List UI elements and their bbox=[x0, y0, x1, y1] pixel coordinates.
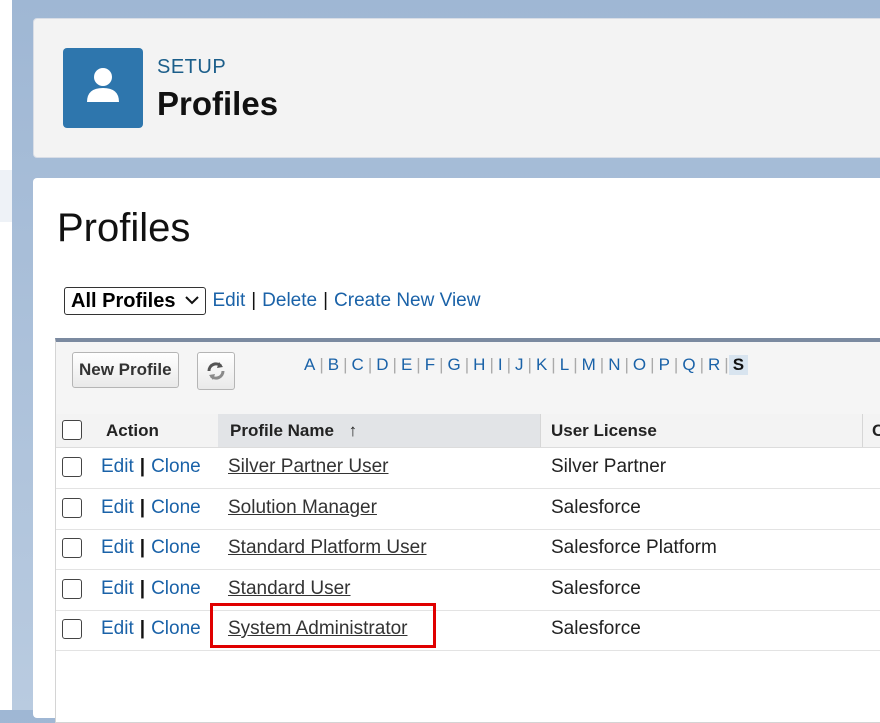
alpha-filter-a[interactable]: A bbox=[300, 355, 319, 375]
alpha-filter-h[interactable]: H bbox=[469, 355, 489, 375]
row-checkbox[interactable] bbox=[62, 619, 82, 639]
new-profile-button[interactable]: New Profile bbox=[72, 352, 179, 388]
row-actions: Edit | Clone bbox=[101, 618, 201, 639]
table-row: Edit | Clone Standard Platform User Salesfor… bbox=[56, 529, 880, 570]
profile-name-link[interactable]: Solution Manager bbox=[228, 497, 377, 518]
alpha-filter-e[interactable]: E bbox=[397, 355, 416, 375]
alpha-filter-q[interactable]: Q bbox=[678, 355, 699, 375]
row-checkbox[interactable] bbox=[62, 457, 82, 477]
setup-label: SETUP bbox=[157, 56, 227, 78]
alpha-filter-b[interactable]: B bbox=[324, 355, 343, 375]
view-bar: All Profiles Edit | Delete | Create New Vi… bbox=[64, 286, 486, 316]
header-title: Profiles bbox=[157, 85, 279, 122]
table-row: Edit | Clone System Administrator Salesforce bbox=[56, 610, 880, 651]
highlight-box bbox=[210, 603, 436, 648]
alpha-filter-l[interactable]: L bbox=[556, 355, 573, 375]
user-license-cell: Salesforce Platform bbox=[551, 537, 717, 558]
alpha-filter-o[interactable]: O bbox=[629, 355, 650, 375]
alpha-filter-g[interactable]: G bbox=[444, 355, 465, 375]
user-license-cell: Silver Partner bbox=[551, 456, 667, 477]
table-row: Edit | Clone Standard User Salesforce bbox=[56, 570, 880, 611]
user-license-cell: Salesforce bbox=[551, 577, 641, 599]
column-divider bbox=[540, 414, 541, 447]
alpha-filter-f[interactable]: F bbox=[421, 355, 439, 375]
profile-name-cell: Silver Partner User bbox=[228, 448, 389, 488]
edit-link[interactable]: Edit bbox=[101, 578, 134, 599]
row-actions: Edit | Clone bbox=[101, 496, 201, 518]
column-action: Action bbox=[106, 421, 159, 440]
view-select-value: All Profiles bbox=[71, 289, 176, 312]
user-license-cell: Salesforce bbox=[551, 496, 641, 518]
column-divider bbox=[862, 414, 863, 447]
alpha-filter-s[interactable]: S bbox=[728, 355, 749, 375]
refresh-button[interactable] bbox=[197, 352, 235, 390]
alpha-filter-d[interactable]: D bbox=[372, 355, 392, 375]
clone-link[interactable]: Clone bbox=[151, 537, 201, 558]
profiles-list: New Profile A | B | C | D | E | F | G | H | I | J | K | L | M | N |… bbox=[55, 338, 880, 723]
profile-name-link[interactable]: Standard Platform User bbox=[228, 537, 427, 558]
row-checkbox[interactable] bbox=[62, 538, 82, 558]
alpha-filter-k[interactable]: K bbox=[532, 355, 551, 375]
row-actions: Edit | Clone bbox=[101, 537, 201, 558]
list-toolbar: New Profile A | B | C | D | E | F | G | H | I | J | K | L | M | N |… bbox=[56, 342, 880, 414]
alpha-filter-p[interactable]: P bbox=[655, 355, 674, 375]
profile-name-link[interactable]: Silver Partner User bbox=[228, 456, 389, 477]
row-checkbox[interactable] bbox=[62, 497, 82, 518]
main-content: Profiles All Profiles Edit | Delete | Crea… bbox=[33, 178, 880, 723]
column-profile-name[interactable]: Profile Name ↑ bbox=[218, 414, 540, 447]
alpha-filter-n[interactable]: N bbox=[604, 355, 624, 375]
alpha-filter-j[interactable]: J bbox=[511, 355, 528, 375]
refresh-icon bbox=[207, 362, 225, 380]
alpha-filter-r[interactable]: R bbox=[704, 355, 724, 375]
delete-view-link[interactable]: Delete bbox=[262, 290, 317, 312]
create-new-view-link[interactable]: Create New View bbox=[334, 290, 480, 312]
left-edge-strip bbox=[0, 0, 12, 710]
select-all-checkbox[interactable] bbox=[62, 420, 82, 440]
sort-ascending-icon: ↑ bbox=[348, 421, 358, 440]
alpha-filter-c[interactable]: C bbox=[348, 355, 368, 375]
edit-link[interactable]: Edit bbox=[101, 456, 134, 477]
row-actions: Edit | Clone bbox=[101, 577, 201, 599]
alphabet-filter: A | B | C | D | E | F | G | H | I | J | K | L | M | N | O | P | Q | R | S bbox=[300, 355, 749, 375]
chevron-down-icon bbox=[185, 292, 200, 310]
column-profile-name-label: Profile Name bbox=[230, 421, 334, 440]
edit-link[interactable]: Edit bbox=[101, 618, 134, 639]
profile-name-cell: Standard Platform User bbox=[228, 529, 427, 569]
edit-link[interactable]: Edit bbox=[101, 497, 134, 518]
table-header: Action Profile Name ↑ User License C bbox=[56, 414, 880, 448]
clone-link[interactable]: Clone bbox=[151, 456, 201, 477]
edit-link[interactable]: Edit bbox=[101, 537, 134, 558]
alpha-filter-m[interactable]: M bbox=[578, 355, 600, 375]
alpha-filter-i[interactable]: I bbox=[494, 355, 507, 375]
clone-link[interactable]: Clone bbox=[151, 578, 201, 599]
page-title: Profiles bbox=[57, 206, 191, 250]
row-checkbox[interactable] bbox=[62, 578, 82, 599]
clone-link[interactable]: Clone bbox=[151, 497, 201, 518]
edit-view-link[interactable]: Edit bbox=[212, 290, 245, 312]
view-select[interactable]: All Profiles bbox=[64, 287, 207, 315]
table-row: Edit | Clone Solution Manager Salesforce bbox=[56, 489, 880, 530]
clone-link[interactable]: Clone bbox=[151, 618, 201, 639]
row-actions: Edit | Clone bbox=[101, 456, 201, 477]
setup-header: SETUP Profiles bbox=[33, 18, 880, 158]
column-next[interactable]: C bbox=[872, 414, 880, 447]
profile-name-cell: Solution Manager bbox=[228, 489, 377, 529]
profile-name-link[interactable]: Standard User bbox=[228, 578, 351, 599]
user-license-cell: Salesforce bbox=[551, 618, 641, 639]
column-user-license[interactable]: User License bbox=[551, 414, 657, 447]
user-icon bbox=[63, 48, 143, 128]
table-row: Edit | Clone Silver Partner User Silver Part… bbox=[56, 448, 880, 489]
left-edge-notch bbox=[0, 170, 12, 222]
